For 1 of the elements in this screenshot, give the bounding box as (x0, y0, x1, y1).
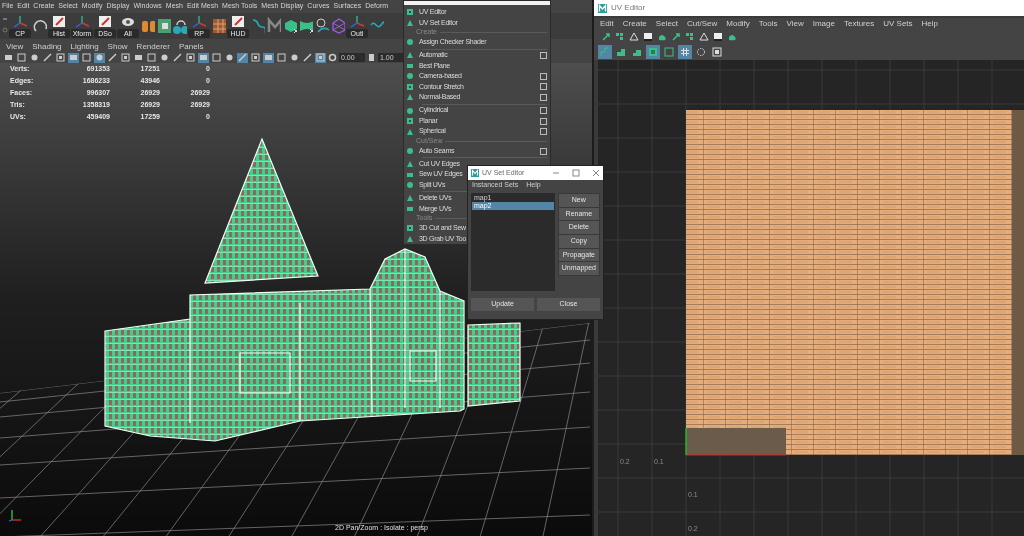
window-title: UV Editor (611, 2, 646, 14)
